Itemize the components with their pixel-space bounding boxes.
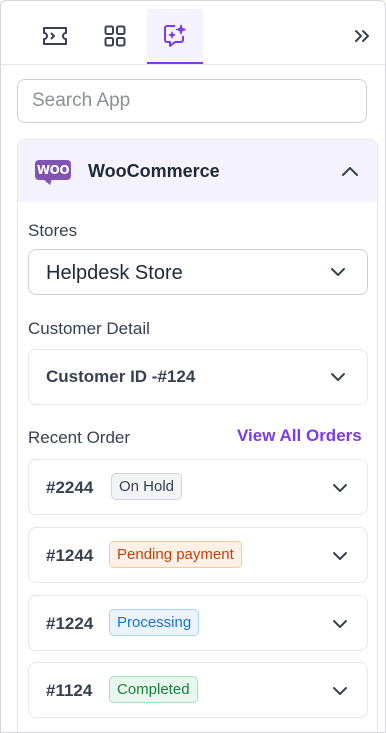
view-all-orders-link[interactable]: View All Orders [237, 426, 362, 446]
chevron-down-icon[interactable] [331, 685, 349, 697]
order-status-badge: Pending payment [109, 541, 242, 568]
tab-apps[interactable] [87, 9, 143, 63]
apps-grid-icon [104, 25, 126, 47]
app-header[interactable]: WOO WooCommerce [18, 140, 377, 202]
store-select[interactable]: Helpdesk Store [28, 249, 368, 295]
app-title: WooCommerce [88, 161, 220, 181]
tab-ai-assistant[interactable] [147, 9, 203, 64]
tab-tickets[interactable] [27, 9, 83, 63]
search-app-input[interactable] [17, 79, 367, 123]
app-panel: WOO WooCommerce Stores Helpdesk Store Cu… [0, 0, 386, 733]
order-card[interactable]: #2244 On Hold [28, 459, 368, 515]
order-card[interactable]: #1224 Processing [28, 595, 368, 651]
order-id: #1244 [46, 546, 94, 565]
order-status-badge: Completed [109, 676, 198, 703]
chevron-down-icon[interactable] [331, 482, 349, 494]
chevron-down-icon[interactable] [331, 618, 349, 630]
order-status-badge: Processing [109, 609, 200, 636]
order-card[interactable]: #1244 Pending payment [28, 527, 368, 583]
woocommerce-logo: WOO [35, 160, 71, 180]
chevron-down-icon[interactable] [331, 550, 349, 562]
customer-detail-label: Customer Detail [28, 319, 150, 338]
woocommerce-app-section: WOO WooCommerce Stores Helpdesk Store Cu… [17, 139, 378, 732]
store-select-value: Helpdesk Store [46, 262, 183, 284]
recent-order-label: Recent Order [28, 428, 131, 447]
logo-text: WOO [36, 163, 70, 177]
chevron-down-icon [331, 268, 345, 276]
collapse-panel-button[interactable] [347, 23, 377, 49]
tab-bar [1, 1, 385, 65]
order-id: #1124 [46, 681, 93, 700]
double-chevron-right-icon [355, 30, 369, 42]
order-id: #1224 [46, 614, 94, 633]
customer-detail-value: Customer ID -#124 [46, 367, 196, 386]
order-card[interactable]: #1124 Completed [28, 662, 368, 718]
customer-detail-select[interactable]: Customer ID -#124 [28, 349, 368, 405]
stores-label: Stores [28, 221, 78, 240]
chevron-down-icon [331, 373, 345, 381]
ai-chat-sparkle-icon [164, 24, 186, 47]
order-status-badge: On Hold [111, 473, 183, 500]
order-id: #2244 [46, 478, 94, 497]
chevron-up-icon[interactable] [338, 162, 362, 180]
ticket-icon [43, 27, 67, 45]
